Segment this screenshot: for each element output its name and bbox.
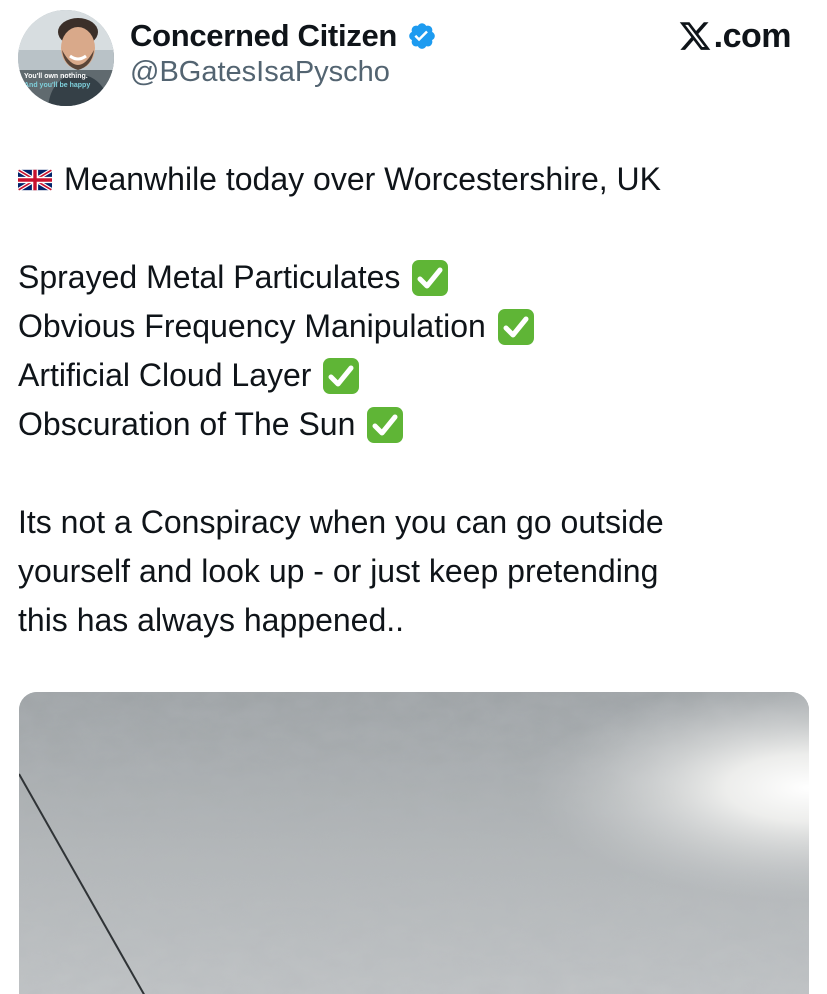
verified-badge-icon xyxy=(409,23,435,49)
checklist-item-label: Obvious Frequency Manipulation xyxy=(18,308,486,344)
tweet-text: Meanwhile today over Worcestershire, UK … xyxy=(18,155,808,645)
white-check-mark-icon xyxy=(367,406,404,443)
tweet-intro-line: Meanwhile today over Worcestershire, UK xyxy=(18,155,808,204)
white-check-mark-icon xyxy=(323,357,360,394)
cloudy-sky-photo xyxy=(19,692,809,994)
author-name-row: Concerned Citizen xyxy=(130,14,437,58)
author-display-name[interactable]: Concerned Citizen xyxy=(130,18,397,54)
white-check-mark-icon xyxy=(497,308,534,345)
uk-flag-icon xyxy=(18,168,52,191)
closing-line: Its not a Conspiracy when you can go out… xyxy=(18,504,664,540)
checklist-item: Obvious Frequency Manipulation xyxy=(18,302,808,351)
tweet-intro: Meanwhile today over Worcestershire, UK xyxy=(64,161,661,197)
tweet-card: You'll own nothing. And you'll be happy … xyxy=(0,0,827,994)
avatar-caption: You'll own nothing. And you'll be happy xyxy=(24,72,108,90)
tweet-media-photo[interactable] xyxy=(19,692,809,994)
checklist-item: Artificial Cloud Layer xyxy=(18,351,808,400)
checklist-item-label: Sprayed Metal Particulates xyxy=(18,259,401,295)
brand-text: .com xyxy=(713,16,792,55)
avatar-image xyxy=(18,10,114,106)
white-check-mark-icon xyxy=(412,259,449,296)
checklist-item: Sprayed Metal Particulates xyxy=(18,253,808,302)
closing-line: this has always happened.. xyxy=(18,602,405,638)
closing-line: yourself and look up - or just keep pret… xyxy=(18,553,659,589)
checklist-item: Obscuration of The Sun xyxy=(18,400,808,449)
avatar-caption-line-2: And you'll be happy xyxy=(24,82,91,89)
avatar-caption-line-1: You'll own nothing. xyxy=(24,73,88,80)
x-logo-icon xyxy=(679,22,710,50)
x-com-brand: .com xyxy=(678,14,792,58)
avatar[interactable]: You'll own nothing. And you'll be happy xyxy=(18,10,114,106)
checklist-item-label: Artificial Cloud Layer xyxy=(18,357,312,393)
checklist-item-label: Obscuration of The Sun xyxy=(18,406,356,442)
author-handle[interactable]: @BGatesIsaPyscho xyxy=(130,56,390,89)
